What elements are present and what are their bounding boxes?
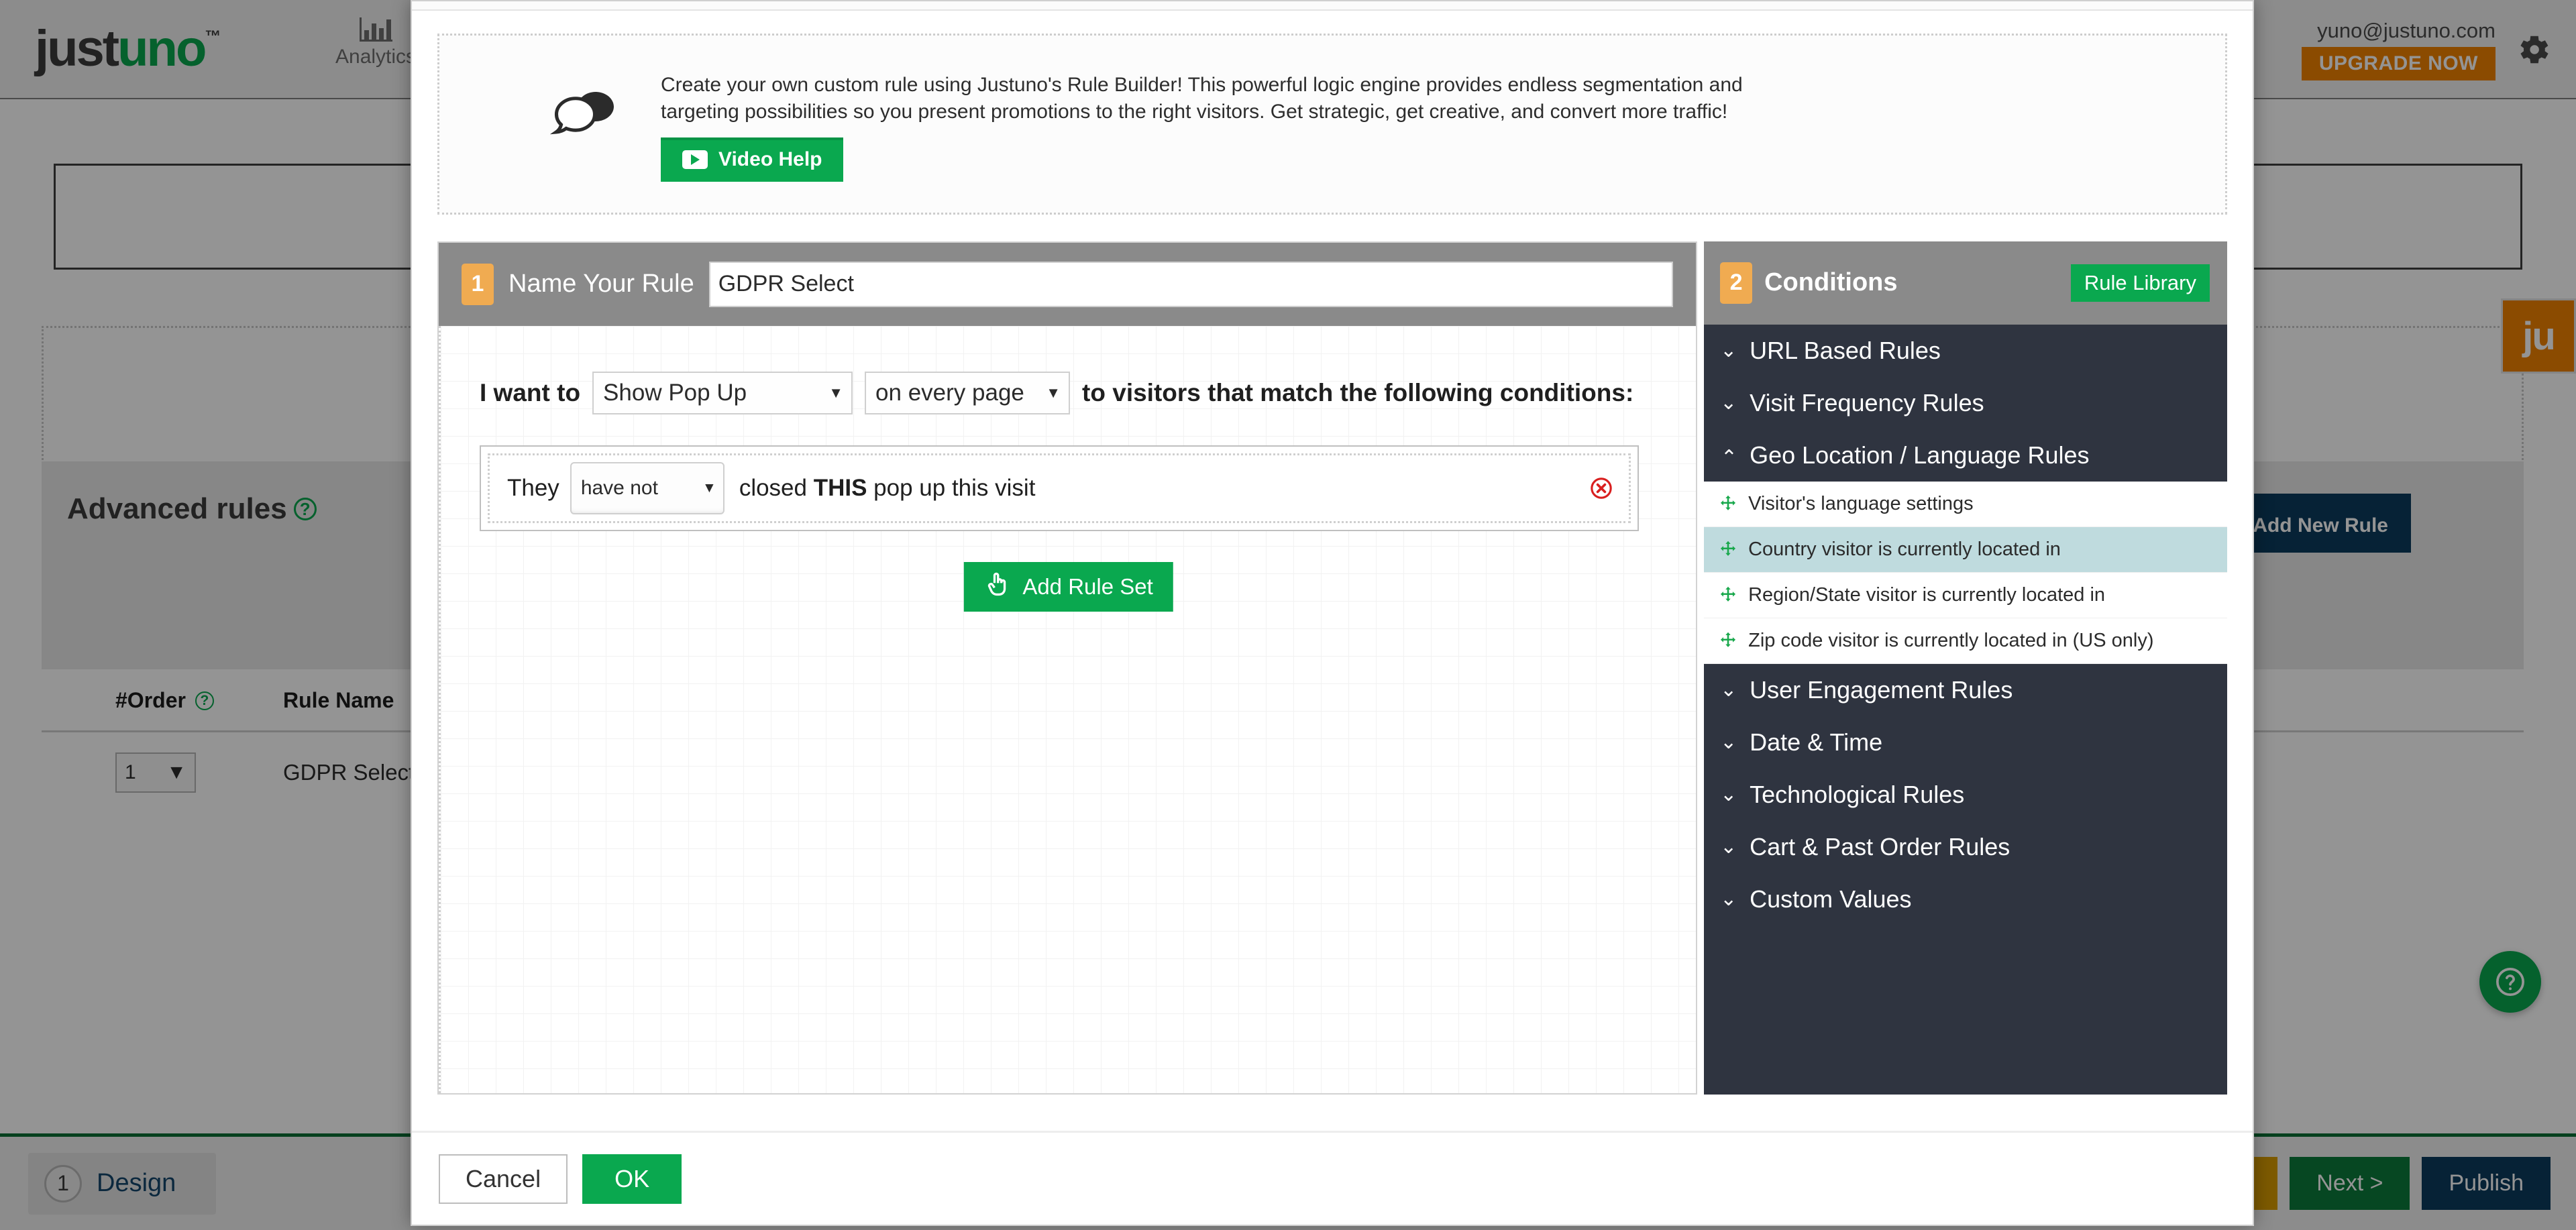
speech-bubble-icon <box>547 80 621 148</box>
rule-condition-post: pop up this visit <box>867 475 1035 501</box>
scope-select-value: on every page <box>875 380 1024 406</box>
info-box: Create your own custom rule using Justun… <box>437 34 2227 215</box>
info-line-2: targeting possibilities so you present p… <box>661 99 2198 125</box>
chevron-down-icon: ▼ <box>702 480 716 496</box>
category-label: Date & Time <box>1750 728 1882 757</box>
drag-move-icon <box>1719 494 1737 513</box>
chevron-up-icon: ⌄ <box>1720 445 1737 465</box>
rule-they-label: They <box>507 475 559 502</box>
rule-set-container: They have not ▼ closed THIS pop up this … <box>480 445 1639 531</box>
rule-library-button[interactable]: Rule Library <box>2071 264 2210 302</box>
rule-operator-select[interactable]: have not ▼ <box>570 462 724 514</box>
drag-move-icon <box>1719 540 1737 559</box>
chevron-down-icon: ⌄ <box>1720 785 1737 805</box>
condition-item-label: Region/State visitor is currently locate… <box>1748 584 2105 606</box>
rule-builder-modal: Create your own custom rule using Justun… <box>411 0 2254 1226</box>
info-line-1: Create your own custom rule using Justun… <box>661 72 2198 99</box>
category-label: Visit Frequency Rules <box>1750 389 1984 417</box>
drag-move-icon <box>1719 631 1737 650</box>
condition-item-region-state-visitor-is-currently-located-in[interactable]: Region/State visitor is currently locate… <box>1704 573 2227 618</box>
rule-name-input[interactable] <box>709 262 1673 307</box>
category-label: Cart & Past Order Rules <box>1750 833 2010 861</box>
add-rule-set-button[interactable]: Add Rule Set <box>963 562 1173 612</box>
condition-category-user-engagement-rules[interactable]: ⌄ User Engagement Rules <box>1704 664 2227 716</box>
condition-category-geo-location-language-rules[interactable]: ⌄ Geo Location / Language Rules <box>1704 429 2227 482</box>
condition-category-visit-frequency-rules[interactable]: ⌄ Visit Frequency Rules <box>1704 377 2227 429</box>
info-text-block: Create your own custom rule using Justun… <box>661 64 2198 182</box>
ok-button[interactable]: OK <box>582 1154 682 1204</box>
condition-category-cart-and-past-order-rules[interactable]: ⌄ Cart & Past Order Rules <box>1704 821 2227 873</box>
scope-select[interactable]: on every page ▼ <box>865 372 1070 414</box>
condition-item-country-visitor-is-currently-located-in[interactable]: Country visitor is currently located in <box>1704 527 2227 573</box>
rule-builder-left-panel: 1 Name Your Rule I want to Show Pop Up ▼… <box>437 241 1697 1095</box>
modal-footer: Cancel OK <box>412 1131 2253 1225</box>
pointing-hand-icon <box>983 570 1012 604</box>
chevron-down-icon: ⌄ <box>1720 732 1737 752</box>
chevron-down-icon: ⌄ <box>1720 837 1737 857</box>
condition-category-url-based-rules[interactable]: ⌄ URL Based Rules <box>1704 325 2227 377</box>
rule-condition-pre: closed <box>739 475 814 501</box>
statement-suffix: to visitors that match the following con… <box>1082 379 1633 407</box>
rule-canvas: I want to Show Pop Up ▼ on every page ▼ … <box>439 326 1696 1093</box>
action-select-value: Show Pop Up <box>603 380 747 406</box>
rule-condition-text: closed THIS pop up this visit <box>739 475 1036 502</box>
rule-operator-value: have not <box>581 477 658 500</box>
conditions-title: Conditions <box>1764 268 1897 297</box>
video-help-label: Video Help <box>718 148 822 171</box>
condition-category-date-and-time[interactable]: ⌄ Date & Time <box>1704 716 2227 769</box>
condition-item-label: Country visitor is currently located in <box>1748 539 2061 561</box>
condition-item-zip-code-visitor-is-currently-located-in[interactable]: Zip code visitor is currently located in… <box>1704 618 2227 664</box>
cancel-button[interactable]: Cancel <box>439 1154 568 1204</box>
condition-item-label: Visitor's language settings <box>1748 493 1973 515</box>
name-your-rule-label: Name Your Rule <box>508 270 694 298</box>
condition-category-custom-values[interactable]: ⌄ Custom Values <box>1704 873 2227 926</box>
geo-location-sub-list: Visitor's language settings Country visi… <box>1704 482 2227 664</box>
condition-item-visitors-language-settings[interactable]: Visitor's language settings <box>1704 482 2227 527</box>
chevron-down-icon: ▼ <box>828 384 843 402</box>
name-your-rule-bar: 1 Name Your Rule <box>439 243 1696 326</box>
chevron-down-icon: ⌄ <box>1720 393 1737 413</box>
condition-category-technological-rules[interactable]: ⌄ Technological Rules <box>1704 769 2227 821</box>
category-label: URL Based Rules <box>1750 337 1941 365</box>
statement-prefix: I want to <box>480 379 580 407</box>
drag-move-icon <box>1719 585 1737 604</box>
category-label: Geo Location / Language Rules <box>1750 441 2089 469</box>
builder-row: 1 Name Your Rule I want to Show Pop Up ▼… <box>437 241 2227 1095</box>
conditions-panel: 2 Conditions Rule Library ⌄ URL Based Ru… <box>1704 241 2227 1095</box>
add-rule-set-label: Add Rule Set <box>1022 574 1152 600</box>
chevron-down-icon: ⌄ <box>1720 889 1737 909</box>
modal-body: Create your own custom rule using Justun… <box>412 11 2253 1131</box>
chevron-down-icon: ⌄ <box>1720 680 1737 700</box>
category-label: Technological Rules <box>1750 781 1964 809</box>
step-badge-1: 1 <box>462 264 494 305</box>
rule-condition-strong: THIS <box>814 475 867 501</box>
conditions-category-list: ⌄ URL Based Rules ⌄ Visit Frequency Rule… <box>1704 325 2227 1095</box>
conditions-header: 2 Conditions Rule Library <box>1704 241 2227 325</box>
condition-item-label: Zip code visitor is currently located in… <box>1748 630 2153 652</box>
category-label: Custom Values <box>1750 885 1911 913</box>
rule-set-row: They have not ▼ closed THIS pop up this … <box>488 453 1631 523</box>
statement-row: I want to Show Pop Up ▼ on every page ▼ … <box>480 372 1666 414</box>
modal-top-strip <box>412 1 2253 11</box>
delete-circle-icon[interactable] <box>1590 477 1613 500</box>
action-select[interactable]: Show Pop Up ▼ <box>592 372 853 414</box>
chevron-down-icon: ▼ <box>1046 384 1061 402</box>
step-badge-2: 2 <box>1720 262 1752 304</box>
video-help-button[interactable]: Video Help <box>661 137 843 182</box>
chevron-down-icon: ⌄ <box>1720 341 1737 361</box>
category-label: User Engagement Rules <box>1750 676 2012 704</box>
play-icon <box>682 150 708 169</box>
